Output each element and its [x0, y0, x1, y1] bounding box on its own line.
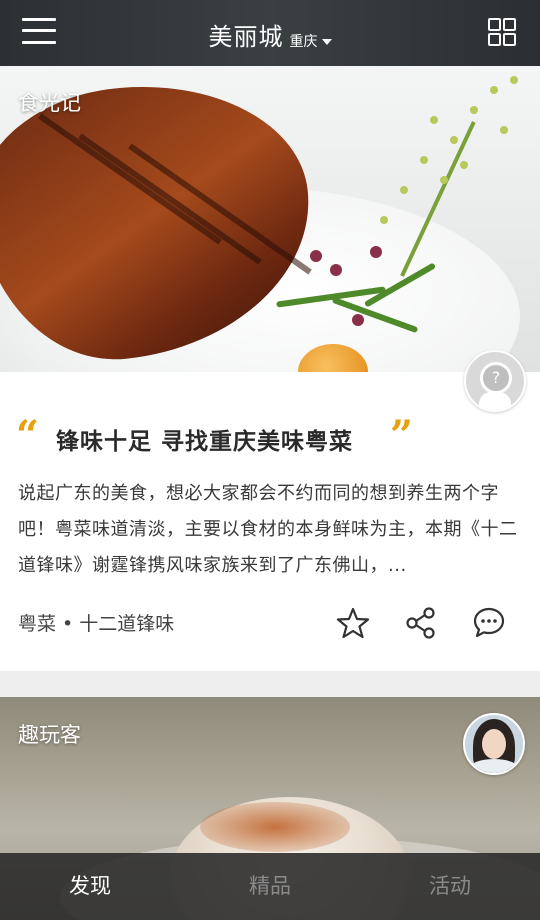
caret-down-icon — [321, 39, 332, 45]
card-description[interactable]: 说起广东的美食，想必大家都会不约而同的想到养生两个字吧！粤菜味道清淡，主要以食材… — [18, 476, 524, 584]
district-name: 重庆 — [289, 34, 318, 50]
card-source-label: 趣玩客 — [18, 723, 81, 747]
comment-icon[interactable] — [472, 606, 506, 640]
grid-view-icon[interactable] — [488, 18, 516, 46]
bottom-tab-bar: 发现 精品 活动 — [0, 853, 540, 920]
card-title[interactable]: 锋味十足 寻找重庆美味粤菜 — [56, 422, 353, 456]
top-bar: 美丽城 重庆 — [0, 0, 540, 66]
tab-events[interactable]: 活动 — [360, 853, 540, 920]
share-icon[interactable] — [404, 606, 438, 640]
card-tags[interactable]: 粤菜 • 十二道锋味 — [18, 609, 174, 636]
city-name: 美丽城 — [208, 23, 284, 51]
feed-card[interactable]: 食光记 ? “ 锋味十足 寻找重庆美味粤菜 ” 说起广东的美食，想必大家都会不约… — [0, 66, 540, 671]
cocoa-dusting-graphic — [200, 802, 350, 852]
author-avatar[interactable] — [463, 713, 525, 775]
card-title-row[interactable]: “ 锋味十足 寻找重庆美味粤菜 ” — [16, 412, 526, 459]
star-icon[interactable] — [336, 606, 370, 640]
close-quote-icon: ” — [390, 412, 414, 459]
card-hero-image[interactable]: 食光记 — [0, 66, 540, 372]
city-selector[interactable]: 美丽城 重庆 — [0, 0, 540, 66]
open-quote-icon: “ — [16, 412, 40, 459]
card-source-label: 食光记 — [18, 91, 81, 115]
tab-featured[interactable]: 精品 — [180, 853, 360, 920]
author-avatar[interactable]: ? — [464, 350, 526, 412]
tab-discover[interactable]: 发现 — [0, 853, 180, 920]
question-mark-icon: ? — [480, 362, 512, 394]
